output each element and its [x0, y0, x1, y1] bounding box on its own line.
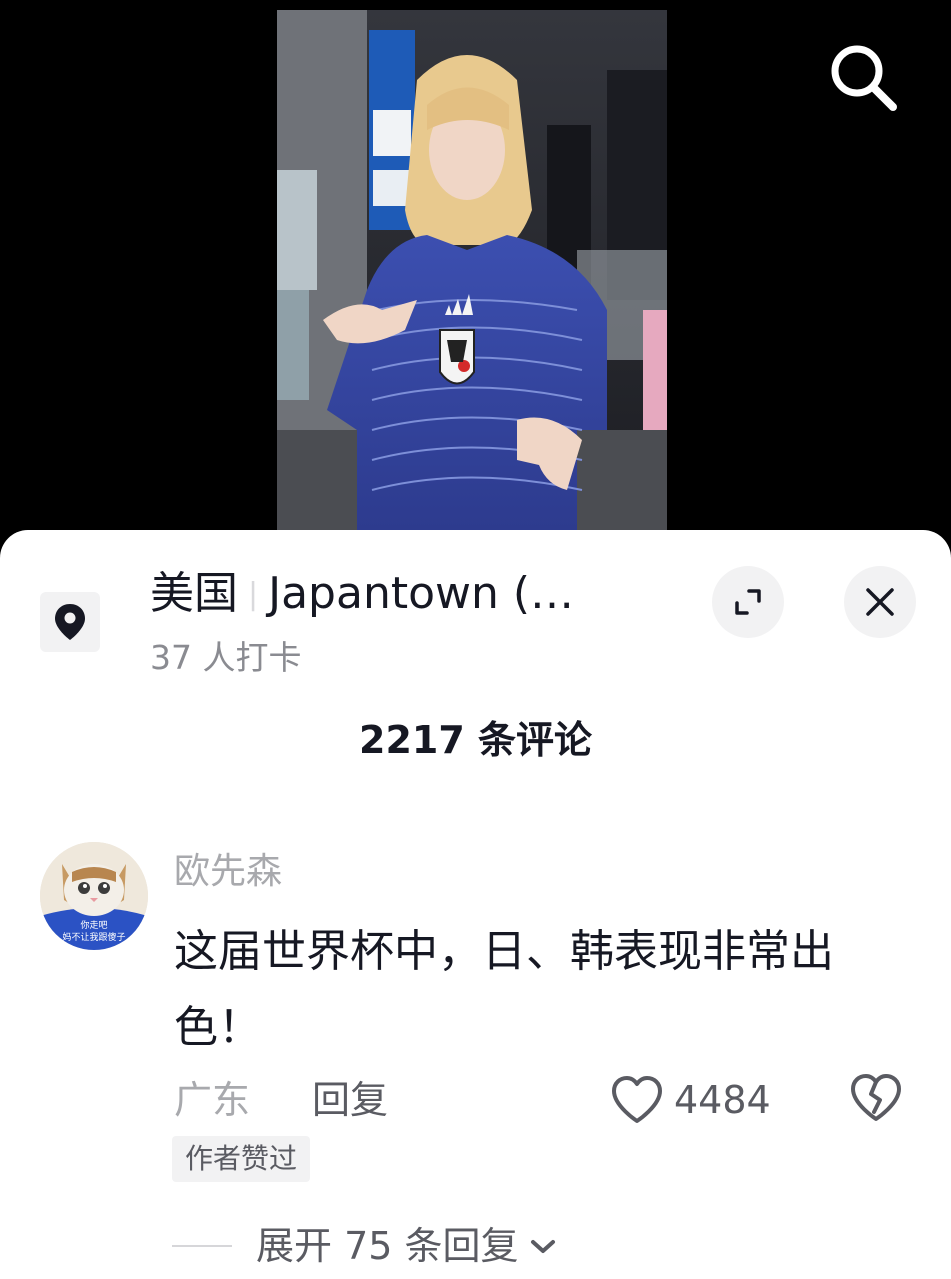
dislike-button[interactable] — [848, 1072, 904, 1128]
avatar-caption-line2: 妈不让我跟傻子 — [62, 931, 125, 943]
search-button[interactable] — [822, 36, 904, 118]
comments-sheet: 美国 | Japantown (… 37 人打卡 2217 条评论 你走吧 妈不… — [0, 530, 951, 1279]
checkin-count: 37 人打卡 — [150, 638, 302, 677]
close-button[interactable] — [844, 566, 916, 638]
location-pin-icon — [55, 604, 85, 640]
location-place: Japantown (… — [268, 568, 575, 619]
video-thumbnail — [277, 10, 667, 530]
like-count: 4484 — [674, 1078, 771, 1122]
location-title[interactable]: 美国 | Japantown (… — [150, 566, 620, 622]
location-country: 美国 — [150, 568, 238, 619]
cat-avatar-image: 你走吧 妈不让我跟傻子 — [40, 842, 148, 950]
comment-text: 这届世界杯中，日、韩表现非常出色！ — [174, 926, 834, 1053]
video-area — [0, 0, 951, 560]
separator: | — [248, 577, 259, 612]
comment-count-title: 2217 条评论 — [359, 718, 592, 762]
avatar-caption-line1: 你走吧 — [80, 919, 107, 931]
comment-region: 广东 — [174, 1078, 251, 1122]
expand-button[interactable] — [712, 566, 784, 638]
expand-icon — [735, 589, 761, 615]
expand-replies-button[interactable]: 展开 75 条回复 — [172, 1220, 559, 1272]
divider-line — [172, 1245, 232, 1247]
avatar[interactable]: 你走吧 妈不让我跟傻子 — [40, 842, 148, 950]
heart-icon — [612, 1076, 662, 1123]
comment-username[interactable]: 欧先森 — [174, 850, 282, 894]
close-icon — [866, 588, 894, 616]
like-button[interactable]: 4484 — [610, 1070, 771, 1130]
location-badge[interactable] — [40, 592, 100, 652]
reply-button[interactable]: 回复 — [312, 1074, 388, 1126]
video-frame[interactable] — [277, 10, 667, 530]
comment-meta-row: 广东 回复 4484 — [174, 1070, 914, 1130]
chevron-down-icon — [530, 1240, 555, 1253]
search-icon — [831, 45, 897, 111]
expand-replies-label: 展开 75 条回复 — [256, 1224, 519, 1268]
author-liked-badge: 作者赞过 — [172, 1136, 311, 1182]
broken-heart-icon — [851, 1074, 901, 1121]
